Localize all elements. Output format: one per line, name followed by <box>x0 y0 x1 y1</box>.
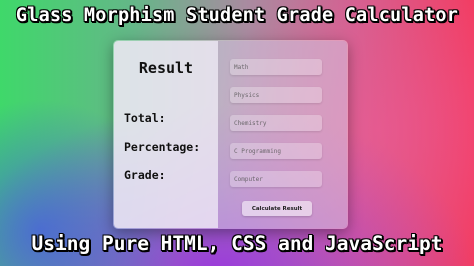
banner-title: Glass Morphism Student Grade Calculator <box>15 5 459 26</box>
c-programming-input[interactable] <box>230 143 322 159</box>
percentage-label: Percentage: <box>124 140 201 154</box>
result-panel: Result Total: Percentage: Grade: <box>114 41 218 228</box>
grade-calculator-card: Result Total: Percentage: Grade: Calcula… <box>113 40 348 229</box>
result-heading: Result <box>138 59 194 77</box>
banner-subtitle: Using Pure HTML, CSS and JavaScript <box>31 232 443 255</box>
total-label: Total: <box>124 111 166 125</box>
calculate-result-button[interactable]: Calculate Result <box>242 201 312 216</box>
physics-input[interactable] <box>230 87 322 103</box>
math-input[interactable] <box>230 59 322 75</box>
computer-input[interactable] <box>230 171 322 187</box>
subject-form-panel: Calculate Result <box>218 41 347 228</box>
grade-label: Grade: <box>124 168 166 182</box>
chemistry-input[interactable] <box>230 115 322 131</box>
